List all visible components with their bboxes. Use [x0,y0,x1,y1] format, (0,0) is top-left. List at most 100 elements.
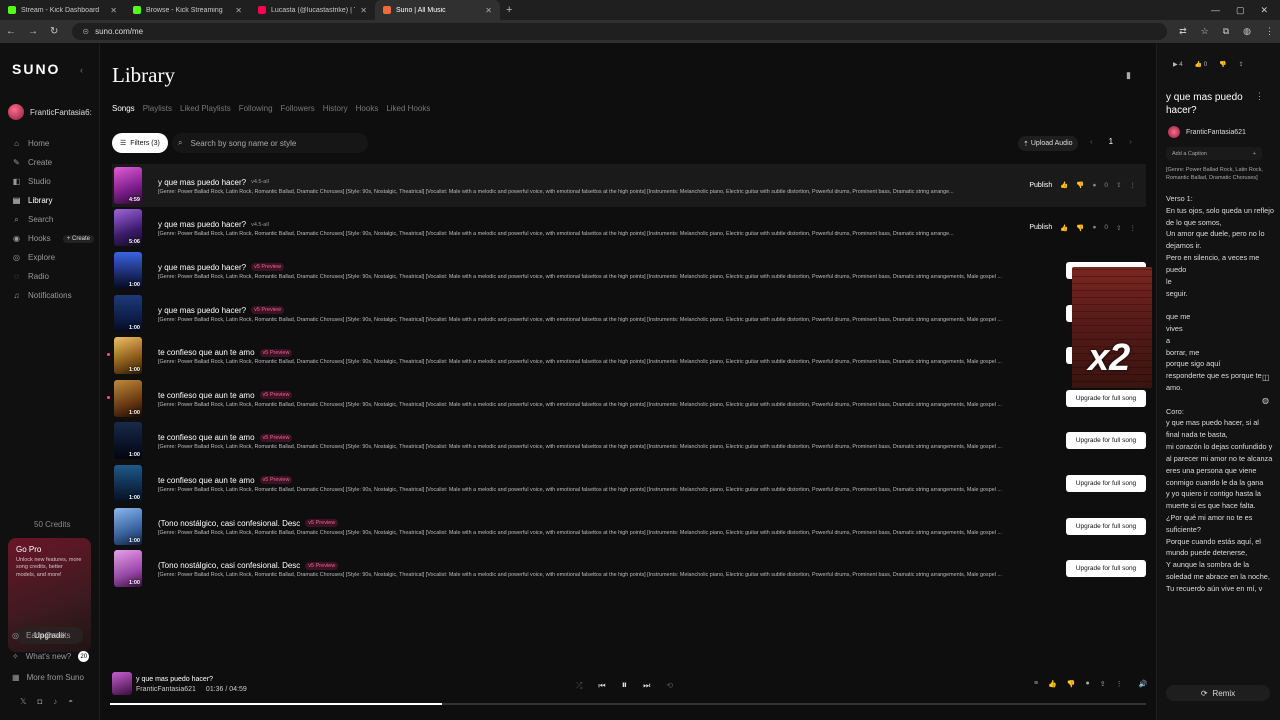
song-row[interactable]: 1:00 y que mas puedo hacer? v5 Preview [Gen… [112,249,1146,292]
tab-liked-hooks[interactable]: Liked Hooks [386,104,430,113]
song-title[interactable]: te confieso que aun te amo [158,433,255,442]
previous-track-icon[interactable]: ⏮ [598,681,605,691]
stat-item[interactable]: ⇪ [1239,61,1244,68]
sidebar-item-library[interactable]: ▤ Library [12,191,98,210]
more-from-suno-link[interactable]: ▦ More from Suno [12,667,89,688]
share-icon[interactable]: ⇪ [1116,181,1121,189]
share-icon[interactable]: ⇪ [1100,680,1106,688]
song-title[interactable]: y que mas puedo hacer? [158,220,246,229]
song-row[interactable]: 1:00 te confieso que aun te amo v5 Preview… [112,462,1146,505]
more-options-icon[interactable]: ⋮ [1130,224,1137,232]
song-title[interactable]: y que mas puedo hacer? [158,306,246,315]
reload-icon[interactable]: ↻ [50,26,58,37]
browser-tab[interactable]: Stream - Kick Dashboard ✕ [0,0,125,20]
earn-credits-link[interactable]: ◎ Earn Credits [12,625,89,646]
upgrade-full-song-button[interactable]: Upgrade for full song [1066,432,1146,450]
pause-icon[interactable]: ⏸ [622,679,628,692]
stat-item[interactable]: 👎 [1219,61,1226,68]
remix-button[interactable]: ⟳ Remix [1166,685,1270,701]
song-cover[interactable]: 1:00 [114,507,142,545]
song-cover[interactable]: 4:59 [114,166,142,204]
sidebar-item-create[interactable]: ✎ Create [12,153,98,172]
upload-audio-button[interactable]: ⇡ Upload Audio [1018,136,1078,151]
song-title[interactable]: (Tono nostálgico, casi confesional. Desc [158,561,300,570]
publish-button[interactable]: Publish [1029,182,1052,189]
repeat-icon[interactable]: ⟲ [666,681,673,690]
site-info-icon[interactable]: ⊝ [82,27,89,36]
forward-icon[interactable]: → [28,26,38,37]
detail-more-icon[interactable]: ⋮ [1255,91,1264,102]
translate-icon[interactable]: ⇄ [1179,26,1187,37]
prev-page-icon[interactable]: ‹ [1090,137,1093,146]
trash-icon[interactable]: ▮ [1126,70,1131,81]
close-tab-icon[interactable]: ✕ [485,6,492,15]
address-bar[interactable]: ⊝ suno.com/me [72,23,1168,40]
tab-following[interactable]: Following [239,104,273,113]
close-tab-icon[interactable]: ✕ [360,6,367,15]
tab-followers[interactable]: Followers [281,104,315,113]
song-title[interactable]: (Tono nostálgico, casi confesional. Desc [158,519,300,528]
back-icon[interactable]: ← [6,26,16,37]
now-playing-artist[interactable]: FranticFantasia621 [136,686,196,693]
queue-icon[interactable]: ≡ [1034,680,1038,688]
user-profile[interactable]: FranticFantasia6: [8,104,92,120]
song-title[interactable]: y que mas puedo hacer? [158,178,246,187]
detail-user[interactable]: FranticFantasia621 [1168,126,1246,138]
next-page-icon[interactable]: › [1129,137,1132,146]
song-cover[interactable]: 1:00 [114,251,142,289]
upgrade-full-song-button[interactable]: Upgrade for full song [1066,560,1146,578]
playback-progress[interactable] [110,703,1146,705]
now-playing-cover[interactable] [112,672,132,695]
more-icon[interactable]: ⋮ [1116,680,1123,688]
globe-icon[interactable]: ◍ [1262,396,1270,405]
bookmark-star-icon[interactable]: ☆ [1201,26,1209,37]
volume-icon[interactable]: 🔊 [1139,680,1148,688]
song-cover[interactable]: 1:00 [114,464,142,502]
minimize-icon[interactable]: — [1211,5,1220,16]
tab-hooks[interactable]: Hooks [356,104,379,113]
shuffle-icon[interactable]: ⤮ [576,681,582,691]
song-row[interactable]: 1:00 y que mas puedo hacer? v5 Preview [Gen… [112,292,1146,335]
sidebar-item-notifications[interactable]: ♫ Notifications [12,286,98,305]
filters-button[interactable]: ☰ Filters (3) [112,133,168,153]
publish-button[interactable]: Publish [1029,224,1052,231]
sidebar-item-search[interactable]: ⌕ Search [12,210,98,229]
instagram-icon[interactable]: ◘ [37,697,42,706]
comment-icon[interactable]: ● [1092,182,1096,189]
browser-tab[interactable]: Browse - Kick Streaming ✕ [125,0,250,20]
song-row[interactable]: 1:00 (Tono nostálgico, casi confesional. … [112,547,1146,590]
song-cover[interactable]: 1:00 [114,422,142,460]
dislike-icon[interactable]: 👎 [1067,680,1076,688]
add-caption-field[interactable]: Add a Caption + [1166,147,1262,160]
comment-icon[interactable]: ● [1092,224,1096,231]
upgrade-full-song-button[interactable]: Upgrade for full song [1066,389,1146,407]
suno-logo[interactable]: SUNO [12,61,60,77]
song-title[interactable]: te confieso que aun te amo [158,476,255,485]
close-window-icon[interactable]: ✕ [1260,5,1268,16]
like-icon[interactable]: 👍 [1060,224,1068,232]
maximize-icon[interactable]: ▢ [1236,5,1245,16]
browser-tab[interactable]: Suno | All Music ✕ [375,0,500,20]
next-track-icon[interactable]: ⏭ [643,681,650,691]
song-row[interactable]: 1:00 (Tono nostálgico, casi confesional. … [112,505,1146,548]
extensions-icon[interactable]: ⧉ [1223,26,1229,37]
song-title[interactable]: te confieso que aun te amo [158,348,255,357]
song-title[interactable]: te confieso que aun te amo [158,391,255,400]
song-row[interactable]: 5:06 y que mas puedo hacer? v4.5-all [Genre… [112,207,1146,250]
song-row[interactable]: 1:00 te confieso que aun te amo v5 Preview… [107,334,1146,377]
tab-songs[interactable]: Songs [112,104,135,113]
now-playing-title[interactable]: y que mas puedo hacer? [136,676,213,683]
sidepanel-icon[interactable]: ◫ [1262,373,1270,382]
x-icon[interactable]: 𝕏 [20,697,26,706]
browser-tab[interactable]: Lucasta (@lucastastrike) | TikTok ✕ [250,0,375,20]
song-search-input[interactable]: ⌕ Search by song name or style [172,133,368,153]
close-tab-icon[interactable]: ✕ [235,6,242,15]
close-tab-icon[interactable]: ✕ [110,6,117,15]
new-tab-button[interactable]: + [506,4,512,16]
song-cover[interactable]: 5:06 [114,209,142,247]
collapse-sidebar-icon[interactable]: ‹ [80,65,83,75]
dislike-icon[interactable]: 👎 [1076,224,1084,232]
tab-liked-playlists[interactable]: Liked Playlists [180,104,231,113]
hooks-create-button[interactable]: + Create [62,234,94,243]
tab-playlists[interactable]: Playlists [143,104,172,113]
